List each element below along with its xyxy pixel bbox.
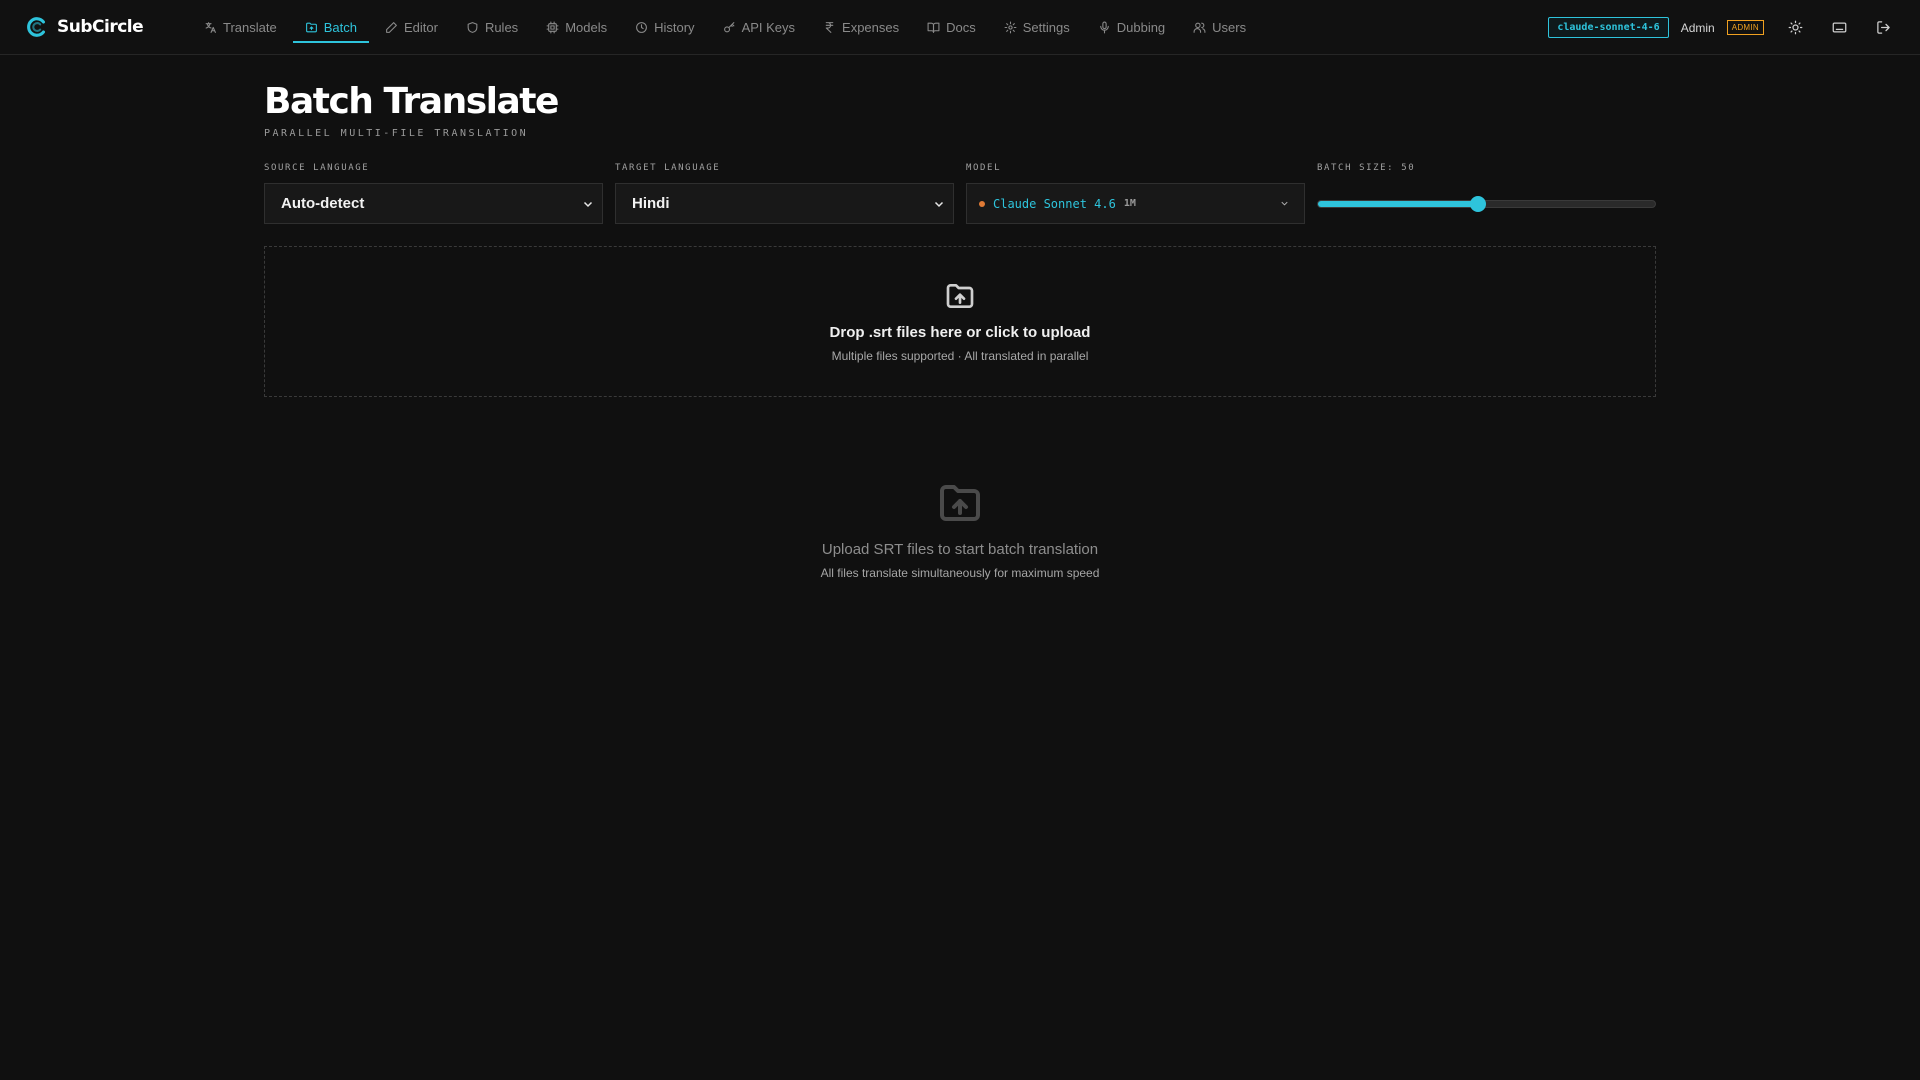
nav-label: Users <box>1212 19 1247 35</box>
model-name: Claude Sonnet 4.6 <box>993 196 1116 211</box>
target-language-value: Hindi <box>632 195 670 212</box>
model-label: MODEL <box>966 163 1002 173</box>
key-icon <box>723 21 734 32</box>
source-language-select[interactable]: Auto-detect <box>264 183 603 224</box>
nav-label: History <box>654 19 695 35</box>
slider-thumb[interactable] <box>1470 195 1487 212</box>
top-navbar: SubCircle Translate Batch Editor Rules M… <box>0 0 1920 55</box>
page-title: Batch Translate <box>264 81 559 122</box>
book-icon <box>927 22 940 33</box>
target-language-select[interactable]: Hindi <box>615 183 954 224</box>
sun-icon <box>1788 20 1802 35</box>
empty-state: Upload SRT files to start batch translat… <box>264 479 1656 580</box>
target-language-control: TARGET LANGUAGE Hindi <box>615 163 954 224</box>
nav-item-users[interactable]: Users <box>1179 0 1260 55</box>
empty-state-subtitle: All files translate simultaneously for m… <box>820 566 1100 580</box>
nav-item-expenses[interactable]: Expenses <box>809 0 913 55</box>
rupee-icon <box>825 21 834 33</box>
nav-item-history[interactable]: History <box>621 0 708 55</box>
main-nav: Translate Batch Editor Rules Models Hist… <box>190 0 1260 55</box>
chevron-down-icon <box>583 201 593 207</box>
brand[interactable]: SubCircle <box>26 16 176 38</box>
nav-label: API Keys <box>741 19 796 35</box>
nav-item-translate[interactable]: Translate <box>190 0 291 55</box>
batch-controls: SOURCE LANGUAGE Auto-detect TARGET LANGU… <box>264 163 1656 224</box>
logout-icon <box>1876 21 1890 34</box>
active-model-chip[interactable]: claude-sonnet-4-6 <box>1548 17 1669 38</box>
role-badge: ADMIN <box>1726 20 1764 35</box>
dropzone-subtitle: Multiple files supported · All translate… <box>831 349 1089 363</box>
mic-icon <box>1099 21 1109 33</box>
nav-label: Dubbing <box>1116 19 1166 35</box>
nav-item-models[interactable]: Models <box>532 0 621 55</box>
nav-item-api-keys[interactable]: API Keys <box>709 0 809 55</box>
nav-label: Rules <box>484 19 519 35</box>
nav-label: Expenses <box>842 19 900 35</box>
cpu-icon <box>546 21 559 33</box>
dropzone-title: Drop .srt files here or click to upload <box>829 324 1091 341</box>
model-select[interactable]: Claude Sonnet 4.6 1M <box>966 183 1305 224</box>
folder-upload-icon <box>940 485 980 521</box>
folder-icon <box>305 22 317 32</box>
empty-state-title: Upload SRT files to start batch translat… <box>821 541 1099 558</box>
user-name: Admin <box>1680 20 1715 35</box>
nav-label: Editor <box>403 19 438 35</box>
nav-item-dubbing[interactable]: Dubbing <box>1084 0 1179 55</box>
source-language-value: Auto-detect <box>281 195 365 212</box>
nav-label: Settings <box>1022 19 1070 35</box>
model-provider-dot <box>979 200 985 207</box>
source-language-control: SOURCE LANGUAGE Auto-detect <box>264 163 603 224</box>
clock-icon <box>636 21 648 33</box>
page-subtitle: PARALLEL MULTI-FILE TRANSLATION <box>264 128 529 139</box>
main-content: Batch Translate PARALLEL MULTI-FILE TRAN… <box>264 55 1656 580</box>
shield-icon <box>467 21 478 33</box>
file-dropzone[interactable]: Drop .srt files here or click to upload … <box>264 246 1656 397</box>
model-context-size: 1M <box>1123 198 1136 209</box>
nav-label: Docs <box>946 19 976 35</box>
batch-size-slider[interactable] <box>1317 183 1656 224</box>
nav-item-editor[interactable]: Editor <box>371 0 452 55</box>
source-language-label: SOURCE LANGUAGE <box>264 163 370 173</box>
folder-upload-icon <box>946 284 974 308</box>
keyboard-icon <box>1832 22 1846 33</box>
target-language-label: TARGET LANGUAGE <box>615 163 721 173</box>
nav-item-rules[interactable]: Rules <box>452 0 532 55</box>
logout-button[interactable] <box>1872 17 1894 39</box>
chevron-down-icon <box>1281 201 1288 206</box>
gear-icon <box>1004 21 1017 33</box>
nav-label: Translate <box>223 19 277 35</box>
slider-fill <box>1318 200 1479 207</box>
batch-size-control: BATCH SIZE: 50 <box>1317 163 1656 224</box>
subcircle-logo-icon <box>27 17 45 37</box>
pencil-icon <box>386 21 397 33</box>
chevron-down-icon <box>934 201 944 207</box>
model-select-value: Claude Sonnet 4.6 1M <box>979 197 1136 211</box>
nav-item-batch[interactable]: Batch <box>291 0 371 55</box>
slider-track[interactable] <box>1317 195 1656 212</box>
keyboard-shortcuts-button[interactable] <box>1828 17 1850 39</box>
translate-icon <box>205 21 216 33</box>
users-icon <box>1193 22 1206 33</box>
nav-item-docs[interactable]: Docs <box>913 0 990 55</box>
brand-name: SubCircle <box>57 17 144 37</box>
header-actions: claude-sonnet-4-6 Admin ADMIN <box>1548 0 1894 55</box>
theme-toggle-button[interactable] <box>1784 17 1806 39</box>
batch-size-label: BATCH SIZE: 50 <box>1317 163 1416 173</box>
nav-item-settings[interactable]: Settings <box>990 0 1084 55</box>
nav-label: Models <box>565 19 608 35</box>
model-control: MODEL Claude Sonnet 4.6 1M <box>966 163 1305 224</box>
nav-label: Batch <box>323 19 357 35</box>
